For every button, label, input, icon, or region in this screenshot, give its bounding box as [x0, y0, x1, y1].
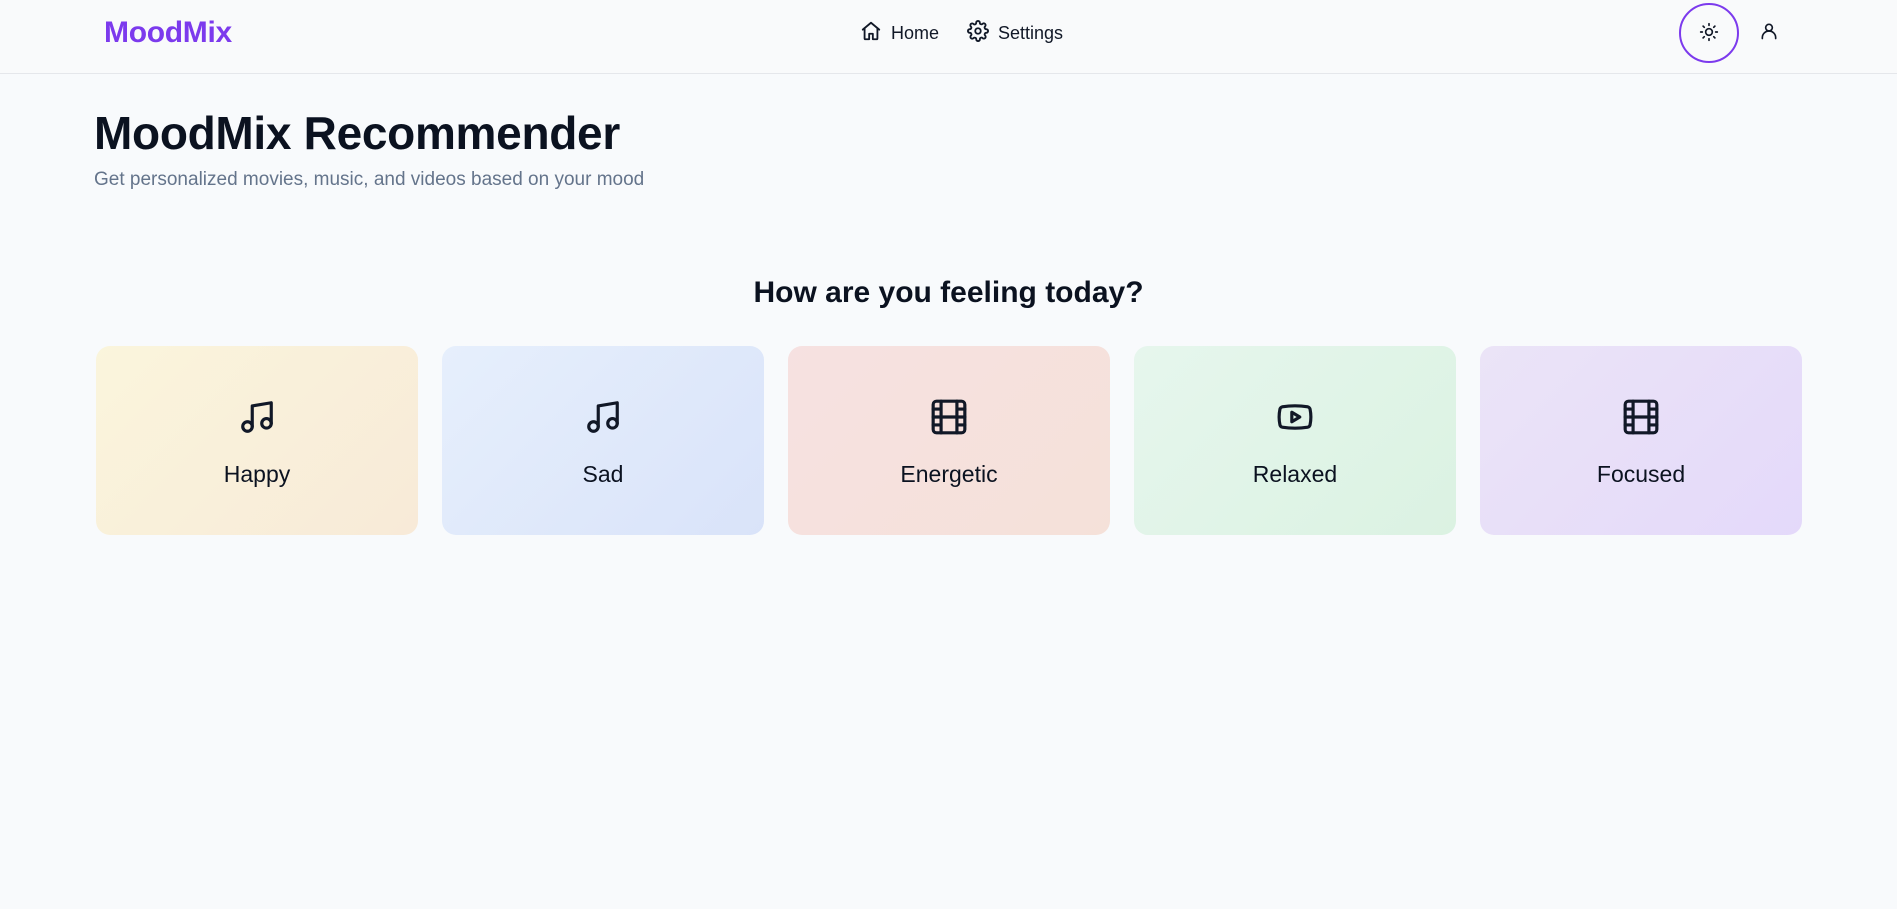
mood-card-sad[interactable]: Sad: [442, 346, 764, 535]
film-icon: [1622, 398, 1660, 436]
mood-card-focused[interactable]: Focused: [1480, 346, 1802, 535]
nav-home[interactable]: Home: [860, 20, 939, 47]
sun-icon: [1699, 22, 1719, 45]
home-icon: [860, 20, 882, 47]
main-nav: Home Settings: [860, 20, 1063, 47]
theme-toggle-button[interactable]: [1679, 3, 1739, 63]
youtube-play-icon: [1276, 398, 1314, 436]
music-note-icon: [238, 398, 276, 436]
page-title: MoodMix Recommender: [94, 107, 620, 159]
mood-question: How are you feeling today?: [753, 276, 1144, 309]
mood-card-energetic[interactable]: Energetic: [788, 346, 1110, 535]
logo[interactable]: MoodMix: [104, 16, 232, 50]
film-icon: [930, 398, 968, 436]
page-subtitle: Get personalized movies, music, and vide…: [94, 169, 645, 190]
mood-label: Sad: [582, 461, 624, 487]
mood-card-relaxed[interactable]: Relaxed: [1134, 346, 1456, 535]
nav-home-label: Home: [891, 23, 940, 43]
gear-icon: [967, 20, 989, 47]
music-note-icon: [584, 398, 622, 436]
mood-label: Relaxed: [1252, 461, 1338, 487]
mood-label: Energetic: [900, 461, 998, 487]
mood-card-happy[interactable]: Happy: [96, 346, 418, 535]
mood-card-list: Happy Sad Energetic Relaxed Focused: [96, 346, 1802, 535]
user-profile-button[interactable]: [1754, 18, 1784, 48]
nav-settings[interactable]: Settings: [967, 20, 1063, 47]
nav-settings-label: Settings: [998, 23, 1064, 43]
user-icon: [1759, 21, 1779, 46]
top-navbar: MoodMix Home Settings: [0, 0, 1897, 74]
mood-label: Focused: [1596, 461, 1686, 487]
mood-label: Happy: [223, 461, 291, 487]
